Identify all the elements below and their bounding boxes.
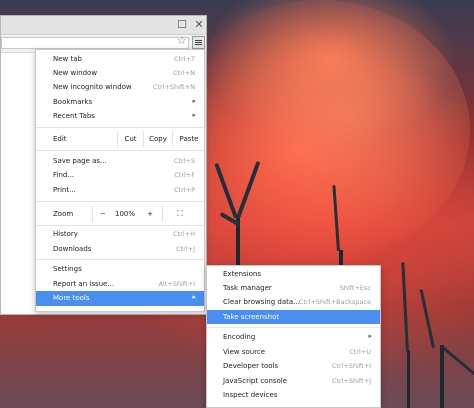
chevron-right-icon: ▸	[192, 97, 196, 105]
menu-divider	[207, 327, 380, 328]
menu-item-label: Inspect devices	[223, 391, 278, 399]
maximize-icon: ☐	[177, 18, 187, 31]
menu-item-label: New window	[53, 69, 98, 77]
menu-item-label: Find...	[53, 171, 75, 179]
menu-item-label: Settings	[53, 265, 82, 273]
zoom-out-button[interactable]: −	[92, 206, 113, 222]
menu-item-view-source[interactable]: View source Ctrl+U	[207, 345, 380, 359]
chevron-right-icon: ▸	[192, 111, 196, 119]
menu-item-label: Save page as...	[53, 157, 107, 165]
menu-item-shortcut: Ctrl+P	[174, 186, 195, 194]
zoom-level: 100%	[114, 210, 135, 218]
chevron-right-icon: ▸	[192, 293, 196, 301]
menu-item-developer-tools[interactable]: Developer tools Ctrl+Shift+I	[207, 359, 380, 373]
menu-item-label: View source	[223, 348, 266, 356]
chevron-right-icon: ▸	[368, 332, 372, 340]
menu-item-new-tab[interactable]: New tab Ctrl+T	[36, 52, 204, 66]
menu-item-label: Recent Tabs	[53, 112, 95, 120]
menu-item-label: Clear browsing data...	[223, 298, 300, 306]
browser-menu-button[interactable]	[192, 36, 205, 49]
menu-item-print[interactable]: Print... Ctrl+P	[36, 183, 204, 197]
menu-item-label: More tools	[53, 294, 90, 302]
copy-button[interactable]: Copy	[143, 131, 172, 147]
menu-item-history[interactable]: History Ctrl+H	[36, 227, 204, 241]
hamburger-menu-icon-bar	[195, 44, 202, 45]
menu-item-label: Encoding	[223, 333, 256, 341]
zoom-in-button[interactable]: +	[138, 206, 163, 222]
menu-item-label: History	[53, 230, 78, 238]
menu-item-shortcut: Alt+Shift+I	[158, 280, 195, 288]
menu-item-downloads[interactable]: Downloads Ctrl+J	[36, 242, 204, 256]
address-bar[interactable]	[1, 37, 189, 49]
menu-item-task-manager[interactable]: Task manager Shift+Esc	[207, 281, 380, 295]
paste-button[interactable]: Paste	[172, 131, 205, 147]
fullscreen-icon[interactable]: ⛶	[177, 209, 183, 219]
menu-item-label: Print...	[53, 186, 76, 194]
menu-item-report-issue[interactable]: Report an issue... Alt+Shift+I	[36, 277, 204, 291]
menu-divider	[36, 150, 204, 151]
menu-item-label: Take screenshot	[223, 313, 280, 321]
menu-item-new-incognito-window[interactable]: New incognito window Ctrl+Shift+N	[36, 80, 204, 94]
menu-item-shortcut: Ctrl+J	[176, 245, 195, 253]
menu-item-javascript-console[interactable]: JavaScript console Ctrl+Shift+J	[207, 374, 380, 388]
menu-divider	[36, 201, 204, 202]
menu-item-new-window[interactable]: New window Ctrl+N	[36, 66, 204, 80]
menu-item-encoding[interactable]: Encoding ▸	[207, 330, 380, 344]
menu-divider	[36, 259, 204, 260]
menu-item-shortcut: Ctrl+U	[349, 348, 371, 356]
menu-item-label: New tab	[53, 55, 82, 63]
title-bar: ☐ ✕	[1, 16, 206, 35]
browser-main-menu: New tab Ctrl+T New window Ctrl+N New inc…	[35, 49, 205, 312]
hamburger-menu-icon-bar	[195, 42, 202, 43]
menu-item-shortcut: Ctrl+Shift+I	[331, 362, 371, 370]
close-button[interactable]: ✕	[192, 18, 206, 32]
maximize-button[interactable]: ☐	[175, 18, 189, 32]
menu-divider	[36, 225, 204, 226]
menu-item-extensions[interactable]: Extensions	[207, 267, 380, 281]
edit-label: Edit	[53, 135, 67, 143]
menu-item-inspect-devices[interactable]: Inspect devices	[207, 388, 380, 402]
menu-item-recent-tabs[interactable]: Recent Tabs ▸	[36, 109, 204, 123]
more-tools-submenu: Extensions Task manager Shift+Esc Clear …	[206, 265, 381, 408]
menu-item-shortcut: Ctrl+N	[173, 69, 195, 77]
menu-item-shortcut: Ctrl+Shift+J	[331, 377, 371, 385]
menu-item-label: New incognito window	[53, 83, 132, 91]
menu-divider	[36, 127, 204, 128]
wind-turbine	[407, 350, 410, 408]
menu-item-more-tools[interactable]: More tools ▸	[36, 291, 204, 306]
zoom-row: Zoom − 100% + ⛶	[36, 206, 204, 222]
menu-item-save-page[interactable]: Save page as... Ctrl+S	[36, 154, 204, 168]
menu-item-take-screenshot[interactable]: Take screenshot	[207, 310, 380, 324]
menu-item-label: Downloads	[53, 245, 92, 253]
menu-item-shortcut: Ctrl+H	[173, 230, 195, 238]
hamburger-menu-icon	[195, 40, 202, 41]
wind-turbine	[440, 345, 444, 408]
menu-item-label: Extensions	[223, 270, 262, 278]
menu-item-shortcut: Shift+Esc	[339, 284, 371, 292]
menu-item-shortcut: Ctrl+Shift+N	[152, 83, 195, 91]
menu-item-label: JavaScript console	[223, 377, 288, 385]
menu-item-shortcut: Ctrl+S	[173, 157, 195, 165]
menu-item-label: Bookmarks	[53, 98, 93, 106]
close-icon: ✕	[194, 18, 204, 31]
menu-item-bookmarks[interactable]: Bookmarks ▸	[36, 95, 204, 109]
edit-row: Edit Cut Copy Paste	[36, 131, 204, 147]
menu-item-find[interactable]: Find... Ctrl+F	[36, 168, 204, 182]
cut-button[interactable]: Cut	[117, 131, 143, 147]
menu-item-label: Developer tools	[223, 362, 279, 370]
menu-item-label: Report an issue...	[53, 280, 115, 288]
menu-item-shortcut: Ctrl+T	[174, 55, 195, 63]
menu-item-shortcut: Ctrl+F	[174, 171, 195, 179]
menu-item-settings[interactable]: Settings	[36, 262, 204, 276]
zoom-label: Zoom	[53, 210, 74, 218]
menu-item-clear-browsing-data[interactable]: Clear browsing data... Ctrl+Shift+Backsp…	[207, 295, 380, 309]
storm-cloud	[170, 0, 470, 260]
menu-item-label: Task manager	[223, 284, 272, 292]
menu-item-shortcut: Ctrl+Shift+Backspace	[298, 298, 371, 306]
bookmark-star-icon[interactable]: ☆	[177, 35, 187, 47]
